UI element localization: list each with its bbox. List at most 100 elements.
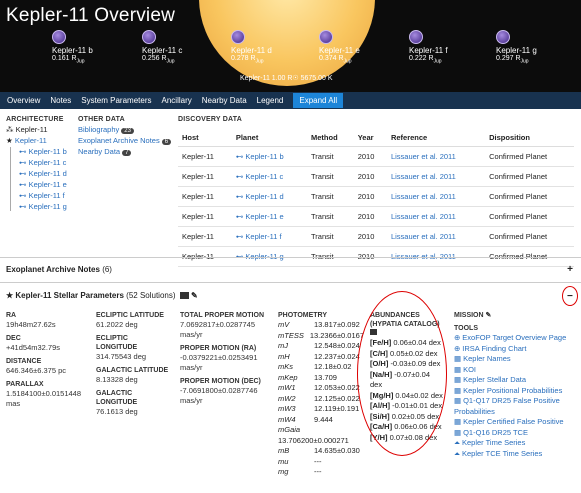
photometry-row: mKep 13.709 — [278, 372, 337, 382]
table-row: Kepler-11 ⊷ Kepler-11 e Transit 2010 Lis… — [178, 206, 574, 227]
planet-e[interactable]: Kepler-11 e 0.374 RJup — [319, 30, 360, 64]
highlight-ring-collapse — [562, 286, 578, 306]
count-badge: 6 — [161, 139, 172, 145]
page-title: Kepler-11 Overview — [6, 5, 176, 26]
star-icon: ★ — [6, 291, 14, 300]
table-icon: ▦ — [454, 375, 462, 384]
planet-g[interactable]: Kepler-11 g 0.297 RJup — [496, 30, 537, 64]
tool-link-certified-fp[interactable]: ▦ Kepler Certified False Positive — [454, 417, 578, 428]
table-icon: ▦ — [454, 427, 462, 437]
tab-notes[interactable]: Notes — [50, 96, 71, 105]
table-row: Kepler-11 ⊷ Kepler-11 f Transit 2010 Lis… — [178, 226, 574, 247]
tree-planet-f[interactable]: ⊷ Kepler-11 f — [19, 191, 70, 200]
section-divider — [0, 282, 581, 283]
planet-c[interactable]: Kepler-11 c 0.256 RJup — [142, 30, 182, 64]
table-row: Kepler-11 ⊷ Kepler-11 d Transit 2010 Lis… — [178, 186, 574, 207]
tool-link-koi[interactable]: ▦ KOI — [454, 365, 578, 376]
photometry-row: mB 14.635±0.030 — [278, 446, 360, 455]
table-header-row: Host Planet Method Year Reference Dispos… — [178, 129, 574, 147]
tool-link-kepler-stellar[interactable]: ▦ Kepler Stellar Data — [454, 375, 578, 386]
tab-overview[interactable]: Overview — [7, 96, 40, 105]
nearby-data-link[interactable]: Nearby Data 7 — [78, 147, 173, 156]
photometry-row: mW1 12.053±0.022 — [278, 383, 360, 392]
mission-column: MISSION ✎ TOOLS ⊕ ExoFOP Target Overview … — [454, 307, 578, 459]
chart-icon: ⏶ — [454, 448, 460, 458]
tab-ancillary[interactable]: Ancillary — [162, 96, 192, 105]
photometry-row: mGaia — [278, 425, 301, 434]
ecliptic-column: ECLIPTIC LATITUDE 61.2022 deg ECLIPTIC L… — [96, 312, 169, 416]
table-view-icon[interactable] — [179, 292, 189, 300]
photometry-row: mW2 12.125±0.022 — [278, 393, 360, 403]
table-icon: ▦ — [454, 385, 462, 395]
stellar-params-title: ★ Kepler-11 Stellar Parameters (52 Solut… — [6, 291, 198, 300]
photometry-row: mu --- — [278, 456, 322, 466]
planet-f[interactable]: Kepler-11 f 0.222 RJup — [409, 30, 448, 64]
bibliography-link[interactable]: Bibliography 23 — [78, 125, 173, 134]
photometry-row: mJ 12.548±0.024 — [278, 341, 360, 350]
edit-icon[interactable]: ✎ — [191, 291, 198, 300]
other-data-panel: OTHER DATA Bibliography 23 Exoplanet Arch… — [78, 116, 173, 156]
tree-planet-d[interactable]: ⊷ Kepler-11 d — [19, 169, 70, 178]
tab-system-parameters[interactable]: System Parameters — [81, 96, 151, 105]
planet-icon — [319, 30, 333, 44]
tree-planet-b[interactable]: ⊷ Kepler-11 b — [19, 147, 70, 156]
photometry-row: mH 12.237±0.024 — [278, 351, 360, 361]
table-icon: ▦ — [454, 396, 462, 405]
photometry-row: mg --- — [278, 467, 322, 476]
section-divider — [0, 257, 581, 258]
photometry-column: PHOTOMETRY mV 13.817±0.092 mTESS 13.2366±0… — [278, 312, 364, 476]
tool-link-exofop[interactable]: ⊕ ExoFOP Target Overview Page — [454, 333, 578, 344]
other-data-title: OTHER DATA — [78, 116, 125, 123]
globe-icon: ⊕ — [454, 343, 461, 353]
table-icon: ▦ — [454, 354, 462, 363]
discovery-title: DISCOVERY DATA — [178, 116, 242, 123]
photometry-row: mV 13.817±0.092 — [278, 320, 360, 329]
photometry-row: mKs 12.18±0.02 — [278, 362, 352, 371]
edit-icon[interactable]: ✎ — [486, 312, 492, 319]
table-icon: ▦ — [454, 364, 462, 374]
highlight-ring-abundances — [357, 291, 447, 456]
planet-icon — [409, 30, 423, 44]
tool-link-kepler-names[interactable]: ▦ Kepler Names — [454, 354, 578, 365]
tool-link-positional-prob[interactable]: ▦ Kepler Positional Probabilities — [454, 386, 578, 397]
tool-link-tce[interactable]: ▦ Q1-Q16 DR25 TCE — [454, 428, 578, 439]
architecture-star[interactable]: Kepler-11 — [15, 136, 47, 145]
architecture-panel: ARCHITECTURE ⁂ Kepler-11 ★ Kepler-11 ⊷ K… — [6, 116, 70, 211]
tab-legend[interactable]: Legend — [257, 96, 284, 105]
count-badge: 23 — [121, 128, 134, 134]
planet-icon — [231, 30, 245, 44]
planet-b[interactable]: Kepler-11 b 0.161 RJup — [52, 30, 93, 64]
architecture-title: ARCHITECTURE — [6, 116, 64, 123]
proper-motion-column: TOTAL PROPER MOTION 7.0692817±0.0287745 … — [180, 312, 265, 405]
tree-planet-g[interactable]: ⊷ Kepler-11 g — [19, 202, 70, 211]
photometry-row: 13.706200±0.000271 — [278, 435, 349, 445]
star-icon: ★ — [6, 136, 13, 145]
table-row: Kepler-11 ⊷ Kepler-11 c Transit 2010 Lis… — [178, 166, 574, 187]
tool-link-irsa[interactable]: ⊕ IRSA Finding Chart — [454, 344, 578, 355]
star-label: Kepler-11 1.00 R☉ 5675.00 K — [240, 75, 333, 82]
tree-planet-e[interactable]: ⊷ Kepler-11 e — [19, 180, 70, 189]
planet-d[interactable]: Kepler-11 d 0.278 RJup — [231, 30, 272, 64]
tree-planet-c[interactable]: ⊷ Kepler-11 c — [19, 158, 70, 167]
system-icon: ⁂ — [6, 125, 14, 134]
nav-bar: Overview Notes System Parameters Ancilla… — [0, 92, 581, 109]
table-row: Kepler-11 ⊷ Kepler-11 b Transit 2010 Lis… — [178, 146, 574, 167]
planet-icon — [496, 30, 510, 44]
position-column: RA 19h48m27.62s DEC +41d54m32.79s DISTAN… — [6, 312, 82, 408]
planet-icon — [52, 30, 66, 44]
archive-notes-header[interactable]: Exoplanet Archive Notes (6) — [6, 265, 575, 274]
globe-icon: ⊕ — [454, 333, 461, 342]
photometry-row: mW4 9.444 — [278, 414, 333, 424]
discovery-table: Host Planet Method Year Reference Dispos… — [178, 129, 574, 267]
planet-icon — [142, 30, 156, 44]
count-badge: 7 — [122, 150, 132, 156]
expand-all-button[interactable]: Expand All — [293, 93, 344, 108]
expand-notes-button[interactable]: + — [567, 264, 573, 275]
photometry-row: mW3 12.119±0.191 — [278, 404, 360, 413]
tool-link-time-series[interactable]: ⏶ Kepler Time Series — [454, 438, 578, 449]
tab-nearby-data[interactable]: Nearby Data — [202, 96, 247, 105]
chart-icon: ⏶ — [454, 438, 460, 447]
tool-link-false-positive-prob[interactable]: ▦ Q1-Q17 DR25 False Positive Probabilitie… — [454, 396, 578, 417]
archive-notes-link[interactable]: Exoplanet Archive Notes 6 — [78, 136, 173, 145]
tool-link-tce-time-series[interactable]: ⏶ Kepler TCE Time Series — [454, 449, 578, 460]
